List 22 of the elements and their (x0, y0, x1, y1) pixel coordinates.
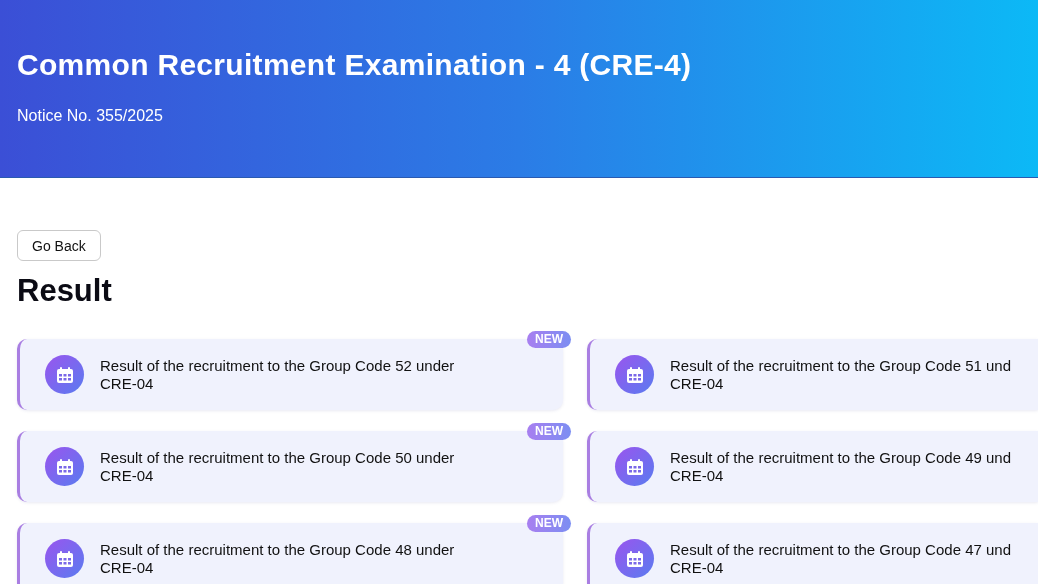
calendar-icon (615, 355, 654, 394)
result-title: Result of the recruitment to the Group Code 47 und CRE-04 (670, 540, 1012, 577)
result-card[interactable]: Result of the recruitment to the Group Code 49 und CRE-04 (587, 431, 1038, 502)
result-title: Result of the recruitment to the Group Code 48 under CRE-04 (100, 540, 455, 577)
result-title: Result of the recruitment to the Group Code 49 und CRE-04 (670, 448, 1012, 485)
result-card[interactable]: Result of the recruitment to the Group Code 47 und CRE-04 (587, 523, 1038, 584)
notice-number: Notice No. 355/2025 (17, 107, 164, 125)
result-title: Result of the recruitment to the Group Code 50 under CRE-04 (100, 448, 455, 485)
new-badge: NEW (527, 331, 571, 348)
page-title: Common Recruitment Examination - 4 (CRE-4) (17, 47, 693, 83)
new-badge: NEW (527, 423, 571, 440)
section-heading: Result (17, 272, 113, 310)
calendar-icon (615, 539, 654, 578)
calendar-icon (45, 539, 84, 578)
result-title: Result of the recruitment to the Group Code 52 under CRE-04 (100, 356, 455, 393)
calendar-icon (615, 447, 654, 486)
result-title: Result of the recruitment to the Group Code 51 und CRE-04 (670, 356, 1012, 393)
new-badge: NEW (527, 515, 571, 532)
result-card[interactable]: Result of the recruitment to the Group Code 51 und CRE-04 (587, 339, 1038, 410)
calendar-icon (45, 447, 84, 486)
go-back-button[interactable]: Go Back (17, 230, 101, 261)
calendar-icon (45, 355, 84, 394)
